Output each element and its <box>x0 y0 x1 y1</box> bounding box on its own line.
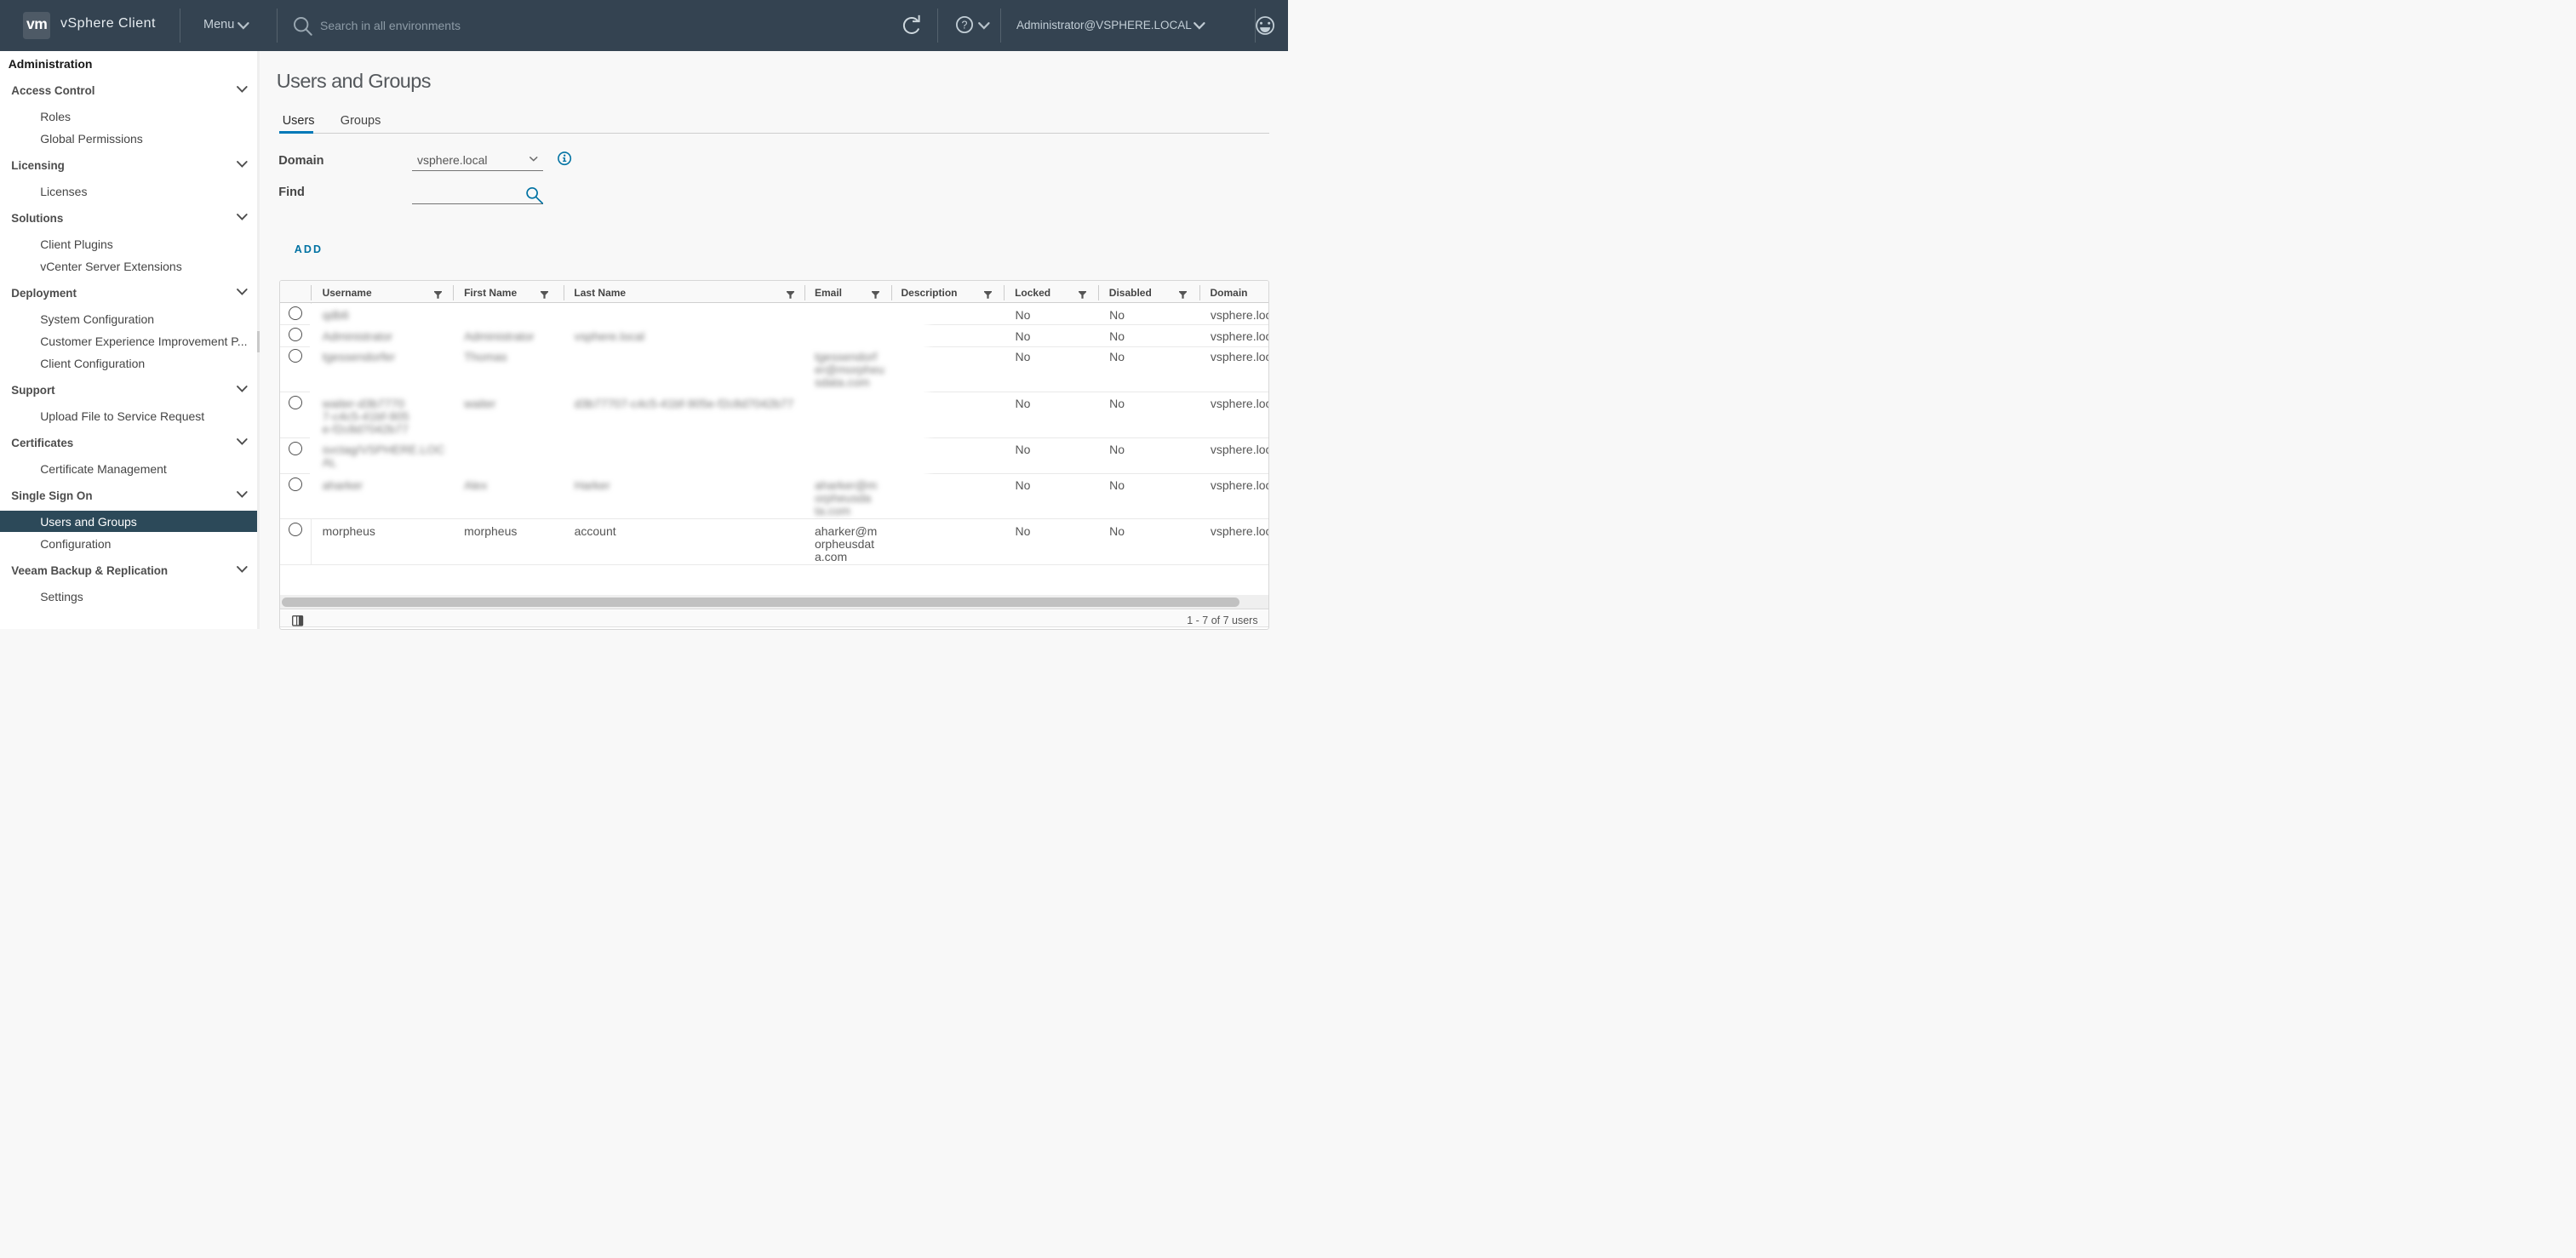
svg-text:?: ? <box>961 20 967 31</box>
